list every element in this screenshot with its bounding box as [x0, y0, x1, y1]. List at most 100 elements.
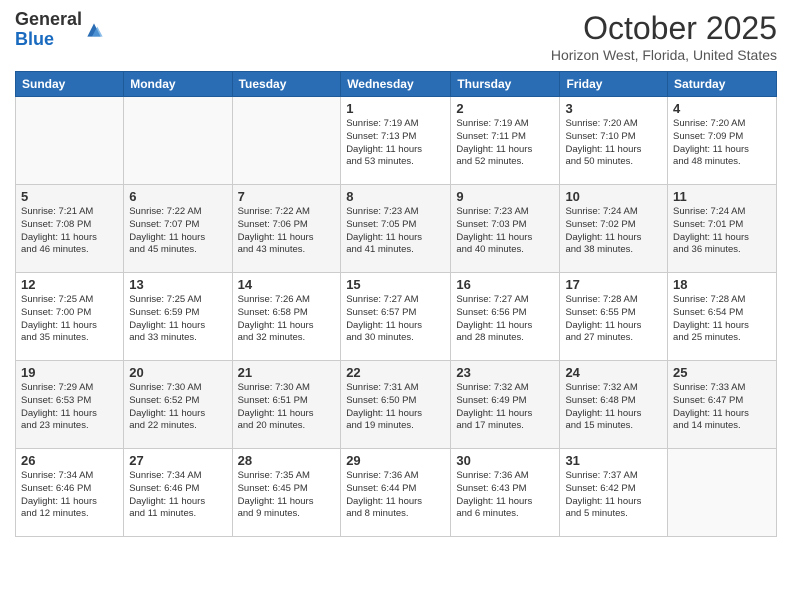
- day-info: Sunrise: 7:33 AMSunset: 6:47 PMDaylight:…: [673, 382, 771, 433]
- logo-general-text: General: [15, 9, 82, 29]
- day-info: Sunrise: 7:34 AMSunset: 6:46 PMDaylight:…: [21, 470, 118, 521]
- calendar-week-row: 26 Sunrise: 7:34 AMSunset: 6:46 PMDayligh…: [16, 449, 777, 537]
- day-number: 16: [456, 277, 554, 292]
- day-number: 10: [565, 189, 662, 204]
- calendar-week-row: 12Sunrise: 7:25 AMSunset: 7:00 PMDayligh…: [16, 273, 777, 361]
- logo-icon: [84, 20, 104, 40]
- table-row: 8 Sunrise: 7:23 AMSunset: 7:05 PMDaylight…: [341, 185, 451, 273]
- day-info: Sunrise: 7:30 AMSunset: 6:51 PMDaylight:…: [238, 382, 336, 433]
- day-info: Sunrise: 7:32 AMSunset: 6:49 PMDaylight:…: [456, 382, 554, 433]
- day-number: 31: [565, 453, 662, 468]
- day-info: Sunrise: 7:36 AMSunset: 6:43 PMDaylight:…: [456, 470, 554, 521]
- table-row: 21 Sunrise: 7:30 AMSunset: 6:51 PMDayligh…: [232, 361, 341, 449]
- day-info: Sunrise: 7:36 AMSunset: 6:44 PMDaylight:…: [346, 470, 445, 521]
- table-row: 18Sunrise: 7:28 AMSunset: 6:54 PMDayligh…: [668, 273, 777, 361]
- day-info: Sunrise: 7:30 AMSunset: 6:52 PMDaylight:…: [129, 382, 226, 433]
- day-info: Sunrise: 7:24 AMSunset: 7:02 PMDaylight:…: [565, 206, 662, 257]
- calendar-week-row: 1 Sunrise: 7:19 AMSunset: 7:13 PMDaylight…: [16, 97, 777, 185]
- table-row: 27 Sunrise: 7:34 AMSunset: 6:46 PMDayligh…: [124, 449, 232, 537]
- day-number: 26: [21, 453, 118, 468]
- table-row: [16, 97, 124, 185]
- table-row: 31Sunrise: 7:37 AMSunset: 6:42 PMDayligh…: [560, 449, 668, 537]
- day-number: 15: [346, 277, 445, 292]
- table-row: [668, 449, 777, 537]
- table-row: 23Sunrise: 7:32 AMSunset: 6:49 PMDayligh…: [451, 361, 560, 449]
- col-saturday: Saturday: [668, 72, 777, 97]
- day-number: 7: [238, 189, 336, 204]
- table-row: 9 Sunrise: 7:23 AMSunset: 7:03 PMDaylight…: [451, 185, 560, 273]
- month-title: October 2025: [551, 10, 777, 47]
- day-number: 20: [129, 365, 226, 380]
- table-row: 26 Sunrise: 7:34 AMSunset: 6:46 PMDayligh…: [16, 449, 124, 537]
- day-number: 2: [456, 101, 554, 116]
- day-info: Sunrise: 7:29 AMSunset: 6:53 PMDaylight:…: [21, 382, 118, 433]
- day-info: Sunrise: 7:24 AMSunset: 7:01 PMDaylight:…: [673, 206, 771, 257]
- col-monday: Monday: [124, 72, 232, 97]
- table-row: 11 Sunrise: 7:24 AMSunset: 7:01 PMDayligh…: [668, 185, 777, 273]
- table-row: 24Sunrise: 7:32 AMSunset: 6:48 PMDayligh…: [560, 361, 668, 449]
- table-row: 28Sunrise: 7:35 AMSunset: 6:45 PMDayligh…: [232, 449, 341, 537]
- col-thursday: Thursday: [451, 72, 560, 97]
- day-info: Sunrise: 7:20 AMSunset: 7:09 PMDaylight:…: [673, 118, 771, 169]
- day-info: Sunrise: 7:28 AMSunset: 6:55 PMDaylight:…: [565, 294, 662, 345]
- location: Horizon West, Florida, United States: [551, 47, 777, 63]
- day-info: Sunrise: 7:19 AMSunset: 7:13 PMDaylight:…: [346, 118, 445, 169]
- table-row: 3 Sunrise: 7:20 AMSunset: 7:10 PMDaylight…: [560, 97, 668, 185]
- table-row: 22 Sunrise: 7:31 AMSunset: 6:50 PMDayligh…: [341, 361, 451, 449]
- day-info: Sunrise: 7:34 AMSunset: 6:46 PMDaylight:…: [129, 470, 226, 521]
- table-row: 16Sunrise: 7:27 AMSunset: 6:56 PMDayligh…: [451, 273, 560, 361]
- table-row: 19 Sunrise: 7:29 AMSunset: 6:53 PMDayligh…: [16, 361, 124, 449]
- day-number: 24: [565, 365, 662, 380]
- day-number: 8: [346, 189, 445, 204]
- day-number: 17: [565, 277, 662, 292]
- day-info: Sunrise: 7:23 AMSunset: 7:03 PMDaylight:…: [456, 206, 554, 257]
- day-info: Sunrise: 7:25 AMSunset: 6:59 PMDaylight:…: [129, 294, 226, 345]
- table-row: 14 Sunrise: 7:26 AMSunset: 6:58 PMDayligh…: [232, 273, 341, 361]
- calendar-week-row: 5 Sunrise: 7:21 AMSunset: 7:08 PMDaylight…: [16, 185, 777, 273]
- table-row: [232, 97, 341, 185]
- col-wednesday: Wednesday: [341, 72, 451, 97]
- day-info: Sunrise: 7:20 AMSunset: 7:10 PMDaylight:…: [565, 118, 662, 169]
- day-number: 19: [21, 365, 118, 380]
- table-row: 17 Sunrise: 7:28 AMSunset: 6:55 PMDayligh…: [560, 273, 668, 361]
- day-number: 29: [346, 453, 445, 468]
- table-row: 7 Sunrise: 7:22 AMSunset: 7:06 PMDaylight…: [232, 185, 341, 273]
- day-number: 3: [565, 101, 662, 116]
- day-number: 6: [129, 189, 226, 204]
- day-info: Sunrise: 7:22 AMSunset: 7:07 PMDaylight:…: [129, 206, 226, 257]
- day-number: 22: [346, 365, 445, 380]
- table-row: 4Sunrise: 7:20 AMSunset: 7:09 PMDaylight…: [668, 97, 777, 185]
- calendar-table: Sunday Monday Tuesday Wednesday Thursday…: [15, 71, 777, 537]
- title-block: October 2025 Horizon West, Florida, Unit…: [551, 10, 777, 63]
- day-number: 9: [456, 189, 554, 204]
- day-info: Sunrise: 7:31 AMSunset: 6:50 PMDaylight:…: [346, 382, 445, 433]
- day-info: Sunrise: 7:23 AMSunset: 7:05 PMDaylight:…: [346, 206, 445, 257]
- header: General Blue October 2025 Horizon West, …: [15, 10, 777, 63]
- day-number: 5: [21, 189, 118, 204]
- day-info: Sunrise: 7:26 AMSunset: 6:58 PMDaylight:…: [238, 294, 336, 345]
- day-number: 13: [129, 277, 226, 292]
- logo-blue-text: Blue: [15, 29, 54, 49]
- table-row: 29 Sunrise: 7:36 AMSunset: 6:44 PMDayligh…: [341, 449, 451, 537]
- table-row: 12Sunrise: 7:25 AMSunset: 7:00 PMDayligh…: [16, 273, 124, 361]
- day-number: 30: [456, 453, 554, 468]
- day-number: 14: [238, 277, 336, 292]
- table-row: 25 Sunrise: 7:33 AMSunset: 6:47 PMDayligh…: [668, 361, 777, 449]
- page: General Blue October 2025 Horizon West, …: [0, 0, 792, 612]
- day-info: Sunrise: 7:27 AMSunset: 6:57 PMDaylight:…: [346, 294, 445, 345]
- day-number: 27: [129, 453, 226, 468]
- day-number: 28: [238, 453, 336, 468]
- day-info: Sunrise: 7:22 AMSunset: 7:06 PMDaylight:…: [238, 206, 336, 257]
- day-info: Sunrise: 7:21 AMSunset: 7:08 PMDaylight:…: [21, 206, 118, 257]
- day-info: Sunrise: 7:28 AMSunset: 6:54 PMDaylight:…: [673, 294, 771, 345]
- col-friday: Friday: [560, 72, 668, 97]
- day-number: 1: [346, 101, 445, 116]
- day-info: Sunrise: 7:19 AMSunset: 7:11 PMDaylight:…: [456, 118, 554, 169]
- day-number: 12: [21, 277, 118, 292]
- table-row: [124, 97, 232, 185]
- day-number: 11: [673, 189, 771, 204]
- day-number: 21: [238, 365, 336, 380]
- col-sunday: Sunday: [16, 72, 124, 97]
- table-row: 5 Sunrise: 7:21 AMSunset: 7:08 PMDaylight…: [16, 185, 124, 273]
- day-number: 25: [673, 365, 771, 380]
